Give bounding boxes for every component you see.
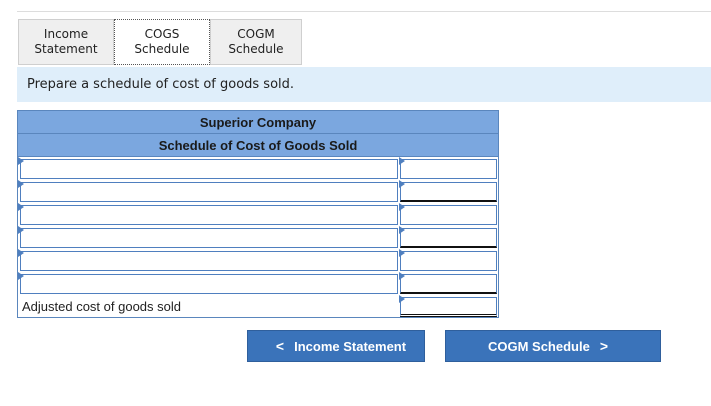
row-amount-input[interactable]	[400, 251, 497, 271]
row-amount-input[interactable]	[400, 182, 497, 202]
prev-income-statement-button[interactable]: < Income Statement	[247, 330, 425, 362]
row-label-input[interactable]	[20, 182, 398, 202]
triangle-marker-icon	[18, 272, 24, 280]
adjusted-cogs-label: Adjusted cost of goods sold	[22, 299, 181, 314]
row-label-input[interactable]	[20, 228, 398, 248]
row-label-input[interactable]	[20, 159, 398, 179]
row-amount-input[interactable]	[400, 205, 497, 225]
triangle-marker-icon	[18, 180, 24, 188]
schedule-row	[17, 272, 499, 295]
adjusted-cogs-amount-input[interactable]	[400, 297, 497, 317]
chevron-right-icon: >	[599, 338, 609, 354]
triangle-marker-icon	[18, 157, 24, 165]
schedule-title: Schedule of Cost of Goods Sold	[158, 137, 358, 153]
company-name: Superior Company	[199, 114, 317, 130]
top-divider	[17, 11, 711, 12]
tab-cogm-schedule[interactable]: COGM Schedule	[210, 19, 302, 65]
cogs-schedule-table: Superior Company Schedule of Cost of Goo…	[17, 110, 499, 318]
schedule-row	[17, 203, 499, 226]
triangle-marker-icon	[399, 226, 405, 234]
schedule-title-header: Schedule of Cost of Goods Sold	[17, 134, 499, 157]
triangle-marker-icon	[399, 203, 405, 211]
company-name-header: Superior Company	[17, 110, 499, 134]
prev-button-label: Income Statement	[294, 338, 407, 354]
tab-cogs-schedule[interactable]: COGS Schedule	[114, 19, 210, 65]
triangle-marker-icon	[399, 272, 405, 280]
triangle-marker-icon	[399, 180, 405, 188]
triangle-marker-icon	[18, 249, 24, 257]
tab-income-statement[interactable]: Income Statement	[18, 19, 114, 65]
triangle-marker-icon	[399, 295, 405, 303]
triangle-marker-icon	[18, 203, 24, 211]
row-label-input[interactable]	[20, 205, 398, 225]
schedule-row	[17, 180, 499, 203]
schedule-row	[17, 157, 499, 180]
next-cogm-schedule-button[interactable]: COGM Schedule >	[445, 330, 661, 362]
schedule-row	[17, 249, 499, 272]
tab-cogs-schedule-label: COGS Schedule	[134, 27, 190, 56]
row-amount-input[interactable]	[400, 228, 497, 248]
row-label-input[interactable]	[20, 274, 398, 294]
triangle-marker-icon	[399, 249, 405, 257]
adjusted-cogs-row: Adjusted cost of goods sold	[17, 295, 499, 318]
chevron-left-icon: <	[275, 338, 285, 354]
next-button-label: COGM Schedule	[487, 338, 590, 354]
triangle-marker-icon	[18, 226, 24, 234]
instruction-banner: Prepare a schedule of cost of goods sold…	[17, 67, 711, 102]
tab-cogm-schedule-label: COGM Schedule	[228, 27, 284, 56]
triangle-marker-icon	[399, 157, 405, 165]
schedule-row	[17, 226, 499, 249]
tab-income-statement-label: Income Statement	[34, 27, 98, 56]
row-label-input[interactable]	[20, 251, 398, 271]
instruction-text: Prepare a schedule of cost of goods sold…	[27, 77, 295, 92]
row-amount-input[interactable]	[400, 274, 497, 294]
row-amount-input[interactable]	[400, 159, 497, 179]
